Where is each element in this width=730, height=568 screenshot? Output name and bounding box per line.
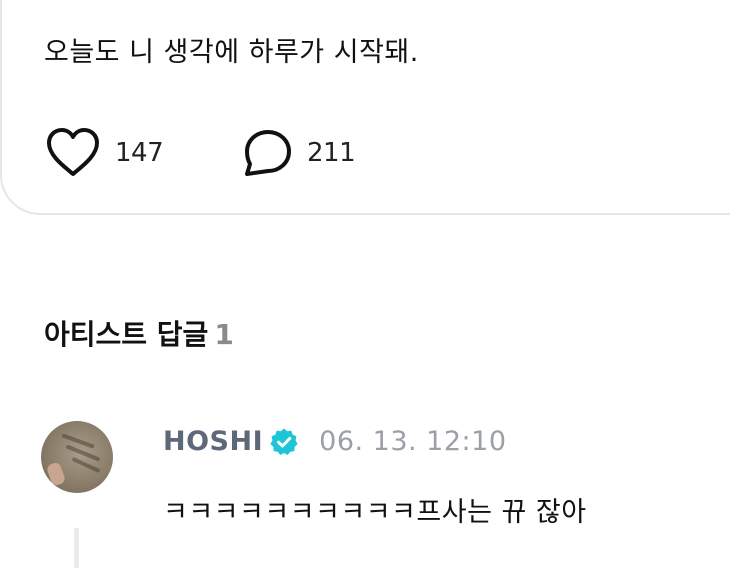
heart-outline-icon bbox=[47, 128, 99, 176]
comment-count: 211 bbox=[307, 138, 356, 168]
reply-text: ㅋㅋㅋㅋㅋㅋㅋㅋㅋㅋ프사는 뀨 잖아 bbox=[163, 497, 587, 528]
like-count: 147 bbox=[115, 138, 164, 168]
artist-replies-count: 1 bbox=[214, 318, 234, 351]
thread-connector bbox=[74, 528, 79, 568]
comment-button[interactable]: 211 bbox=[243, 128, 356, 178]
like-button[interactable]: 147 bbox=[45, 128, 164, 178]
avatar-texture bbox=[65, 444, 101, 462]
reply-timestamp: 06. 13. 12:10 bbox=[319, 426, 507, 457]
verified-badge-icon bbox=[270, 428, 298, 455]
avatar-hand bbox=[45, 461, 67, 487]
speech-bubble-icon bbox=[245, 130, 291, 176]
reply-header: HOSHI 06. 13. 12:10 bbox=[163, 426, 507, 457]
artist-replies-title: 아티스트 답글 bbox=[44, 318, 209, 351]
reply-author-name[interactable]: HOSHI bbox=[163, 426, 263, 457]
post-text: 오늘도 니 생각에 하루가 시작돼. bbox=[44, 37, 419, 68]
artist-replies-heading: 아티스트 답글 1 bbox=[44, 313, 234, 353]
reply-author-avatar[interactable] bbox=[41, 421, 113, 493]
